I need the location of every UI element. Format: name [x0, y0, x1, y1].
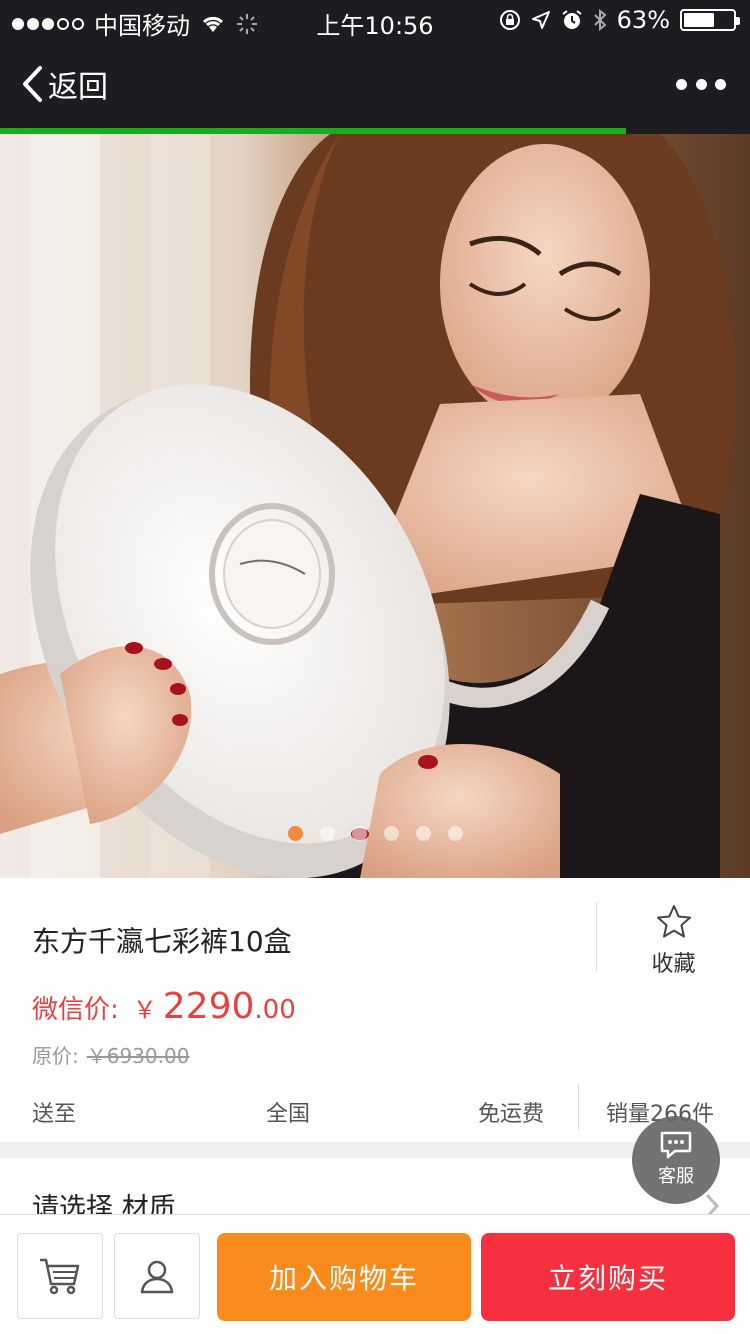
chat-bubble-icon	[660, 1131, 692, 1159]
price-currency: ￥	[132, 996, 157, 1024]
original-price: 原价: ￥6930.00	[32, 1040, 189, 1069]
price-label: 微信价:	[32, 995, 119, 1025]
carousel-dot[interactable]	[319, 826, 335, 841]
carousel-indicators	[0, 826, 750, 841]
carousel-dot[interactable]	[287, 826, 303, 841]
ship-region: 全国	[266, 1102, 311, 1127]
cart-button[interactable]	[17, 1233, 103, 1319]
user-icon	[140, 1260, 174, 1294]
price-decimal: .00	[254, 995, 296, 1025]
shipping-fee: 免运费	[478, 1102, 545, 1127]
carousel-dot[interactable]	[383, 826, 399, 841]
back-label: 返回	[48, 70, 108, 105]
shopping-cart-icon	[40, 1258, 80, 1295]
battery-icon	[680, 9, 740, 31]
price-integer: 2290	[162, 986, 255, 1027]
wechat-price: 微信价: ￥ 2290 .00	[32, 986, 296, 1027]
more-dots-icon[interactable]	[676, 66, 726, 102]
favorite-button[interactable]: 收藏	[596, 902, 750, 977]
user-center-button[interactable]	[114, 1233, 200, 1319]
carousel-dot[interactable]	[447, 826, 463, 841]
product-title: 东方千瀛七彩裤10盒	[32, 925, 292, 958]
star-icon	[656, 905, 691, 938]
back-button[interactable]: 返回	[20, 62, 108, 106]
add-to-cart-button[interactable]: 加入购物车	[217, 1233, 471, 1321]
customer-service-label: 客服	[658, 1166, 694, 1187]
product-info-card: 东方千瀛七彩裤10盒 收藏 微信价: ￥ 2290 .00 原价: ￥6930.0…	[0, 878, 750, 1142]
bluetooth-icon	[593, 9, 607, 31]
status-bar: 中国移动 上午10:56 63%	[0, 0, 750, 40]
battery-percent: 63%	[616, 6, 670, 34]
divider	[578, 1084, 579, 1130]
orientation-lock-icon	[499, 10, 520, 30]
product-image-carousel[interactable]	[0, 134, 750, 878]
original-price-label: 原价:	[32, 1044, 79, 1068]
nav-bar: 返回	[0, 40, 750, 128]
product-photo	[0, 134, 750, 878]
ship-to-label: 送至	[32, 1102, 77, 1127]
customer-service-button[interactable]: 客服	[632, 1116, 720, 1204]
carousel-dot[interactable]	[351, 826, 367, 841]
original-price-value: ￥6930.00	[86, 1044, 190, 1068]
favorite-label: 收藏	[651, 952, 696, 977]
buy-now-button[interactable]: 立刻购买	[481, 1233, 735, 1321]
location-arrow-icon	[531, 11, 550, 29]
shipping-info: 送至 全国 免运费 销量266件	[0, 1084, 750, 1134]
bottom-action-bar: 加入购物车 立刻购买	[0, 1214, 750, 1334]
carousel-dot[interactable]	[415, 826, 431, 841]
chevron-left-icon	[23, 66, 42, 102]
alarm-clock-icon	[562, 10, 582, 29]
